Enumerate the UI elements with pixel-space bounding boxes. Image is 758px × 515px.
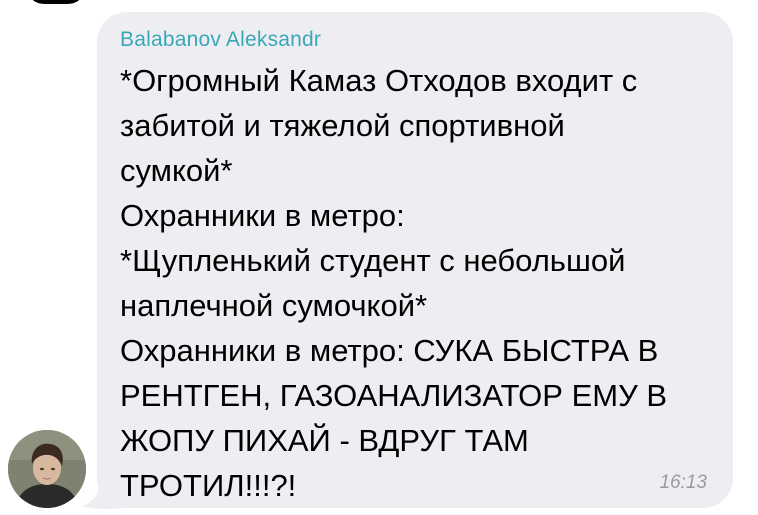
avatar[interactable] [8,430,86,508]
message-text: *Огромный Камаз Отходов входит с забитой… [120,58,710,508]
message-line: наплечной сумочкой* [120,288,428,323]
message-bubble[interactable]: Balabanov Aleksandr *Огромный Камаз Отхо… [97,12,733,508]
message-line: забитой и тяжелой спортивной [120,108,565,143]
message-timestamp: 16:13 [659,472,707,493]
previous-message-bubble [26,0,86,4]
message-line: Охранники в метро: СУКА БЫСТРА В [120,333,659,368]
message-line: Охранники в метро: [120,198,405,233]
message-line: *Щупленький студент с небольшой [120,243,626,278]
avatar-photo-icon [8,430,86,508]
sender-name[interactable]: Balabanov Aleksandr [120,26,709,54]
message-line: *Огромный Камаз Отходов входит с [120,63,638,98]
message-line: сумкой* [120,153,233,188]
message-line: ЖОПУ ПИХАЙ - ВДРУГ ТАМ [120,423,529,458]
message-line: ТРОТИЛ!!!?! [120,468,297,503]
message-line: РЕНТГЕН, ГАЗОАНАЛИЗАТОР ЕМУ В [120,378,668,413]
